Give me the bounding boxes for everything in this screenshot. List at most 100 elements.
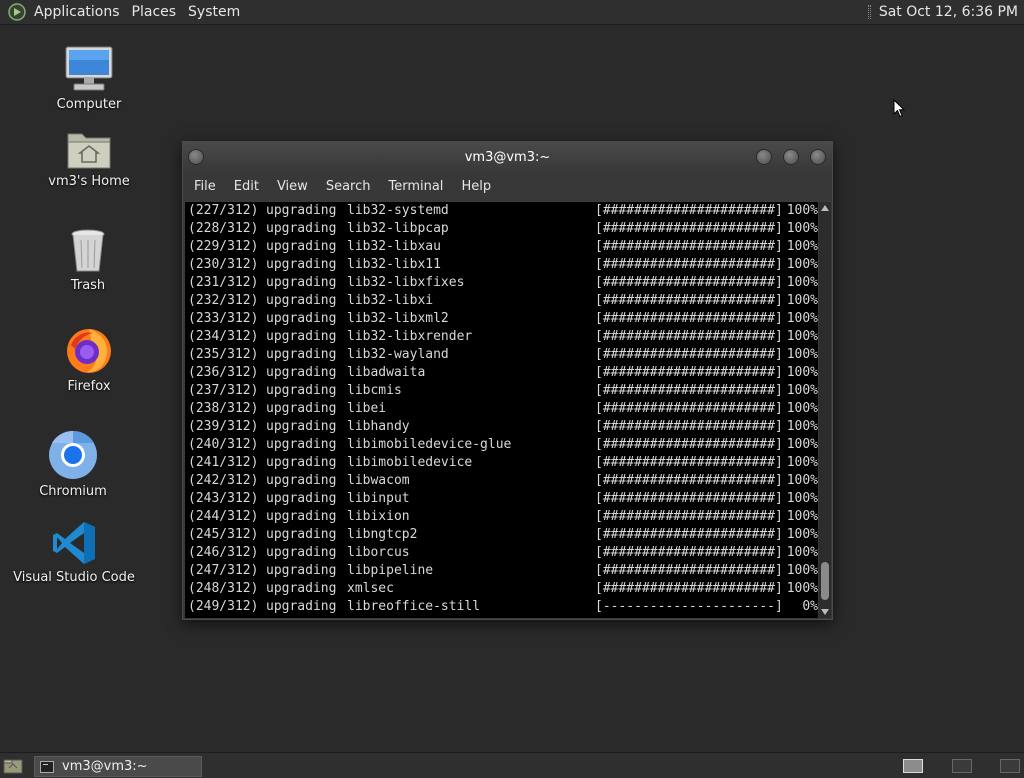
desktop-icon-label: Visual Studio Code — [13, 570, 135, 585]
menu-search[interactable]: Search — [317, 179, 380, 194]
terminal-line-idx: (235/312) — [188, 347, 259, 362]
scroll-up-icon[interactable] — [821, 205, 829, 211]
terminal-line-action: upgrading — [266, 545, 337, 560]
title-bar[interactable]: vm3@vm3:~ — [183, 142, 832, 172]
clock[interactable]: Sat Oct 12, 6:36 PM — [879, 4, 1018, 20]
terminal-line-idx: (227/312) — [188, 203, 259, 218]
terminal-line-action: upgrading — [266, 437, 337, 452]
menu-help[interactable]: Help — [452, 179, 500, 194]
terminal-line-bar: [######################] — [595, 203, 783, 218]
desktop-icon-home[interactable]: vm3's Home — [44, 128, 134, 189]
desktop-icon-firefox[interactable]: Firefox — [54, 325, 124, 394]
terminal-line-pkg: libimobiledevice — [347, 455, 473, 470]
terminal-line-pct: 100% — [786, 239, 818, 254]
panel-handle[interactable] — [867, 5, 871, 19]
close-button[interactable] — [810, 149, 826, 165]
terminal-line-action: upgrading — [266, 473, 337, 488]
terminal-scrollbar[interactable] — [819, 202, 831, 618]
terminal-line-bar: [######################] — [595, 257, 783, 272]
terminal-line-pct: 100% — [786, 581, 818, 596]
terminal-line-pkg: libinput — [347, 491, 410, 506]
desktop-icon-trash[interactable]: Trash — [53, 228, 123, 293]
terminal-line-bar: [######################] — [595, 221, 783, 236]
terminal-line-pct: 100% — [786, 473, 818, 488]
desktop-icon-label: Chromium — [39, 484, 107, 499]
terminal-line-idx: (233/312) — [188, 311, 259, 326]
minimize-button[interactable] — [756, 149, 772, 165]
terminal-line-action: upgrading — [266, 221, 337, 236]
terminal-line-pkg: libixion — [347, 509, 410, 524]
maximize-button[interactable] — [783, 149, 799, 165]
terminal-line-action: upgrading — [266, 311, 337, 326]
terminal-line: (245/312) upgrading libngtcp2 [############… — [185, 526, 818, 544]
terminal-line-bar: [######################] — [595, 383, 783, 398]
terminal-line-action: upgrading — [266, 491, 337, 506]
terminal-line-action: upgrading — [266, 365, 337, 380]
terminal-line-idx: (239/312) — [188, 419, 259, 434]
desktop-icon-computer[interactable]: Computer — [54, 45, 124, 112]
menu-file[interactable]: File — [185, 179, 225, 194]
terminal-line-pkg: lib32-libxrender — [347, 329, 473, 344]
menu-applications[interactable]: Applications — [30, 4, 128, 20]
terminal-window[interactable]: vm3@vm3:~ File Edit View Search Terminal… — [182, 141, 833, 620]
terminal-line: (236/312) upgrading libadwaita [###########… — [185, 364, 818, 382]
terminal-line-bar: [######################] — [595, 473, 783, 488]
terminal-line: (227/312) upgrading lib32-systemd [########… — [185, 202, 818, 220]
terminal-line-idx: (245/312) — [188, 527, 259, 542]
terminal-line: (234/312) upgrading lib32-libxrender [#####… — [185, 328, 818, 346]
terminal-line-pct: 100% — [786, 203, 818, 218]
terminal-line-bar: [######################] — [595, 419, 783, 434]
menu-terminal[interactable]: Terminal — [379, 179, 452, 194]
workspace-3[interactable] — [1000, 759, 1020, 773]
terminal-line-action: upgrading — [266, 329, 337, 344]
desktop-icon-label: Computer — [56, 97, 122, 112]
workspace-1[interactable] — [903, 759, 923, 773]
terminal-line-bar: [######################] — [595, 455, 783, 470]
terminal-line: (228/312) upgrading lib32-libpcap [########… — [185, 220, 818, 238]
terminal-line-bar: [######################] — [595, 311, 783, 326]
terminal-line-idx: (236/312) — [188, 365, 259, 380]
workspace-2[interactable] — [952, 759, 972, 773]
terminal-icon — [40, 760, 54, 773]
terminal-line-bar: [######################] — [595, 239, 783, 254]
terminal-line-bar: [######################] — [595, 563, 783, 578]
terminal-line-idx: (249/312) — [188, 599, 259, 614]
terminal-line-pkg: lib32-wayland — [347, 347, 449, 362]
terminal-line-pct: 100% — [786, 527, 818, 542]
scrollbar-thumb[interactable] — [821, 562, 829, 600]
terminal-line-bar: [######################] — [595, 329, 783, 344]
terminal-line-bar: [######################] — [595, 401, 783, 416]
terminal-line: (232/312) upgrading lib32-libxi [##########… — [185, 292, 818, 310]
terminal-line-bar: [######################] — [595, 491, 783, 506]
taskbar-window-button[interactable]: vm3@vm3:~ — [34, 756, 202, 777]
terminal-line-pct: 100% — [786, 455, 818, 470]
menu-system[interactable]: System — [184, 4, 248, 20]
terminal-line-idx: (229/312) — [188, 239, 259, 254]
bottom-panel: vm3@vm3:~ — [0, 752, 1024, 778]
show-desktop-icon[interactable] — [3, 758, 23, 774]
terminal-line-idx: (230/312) — [188, 257, 259, 272]
terminal-line: (249/312) upgrading libreoffice-still [----… — [185, 598, 818, 616]
distro-logo-icon[interactable] — [8, 3, 26, 21]
terminal-line: (241/312) upgrading libimobiledevice [#####… — [185, 454, 818, 472]
desktop-icon-label: Trash — [70, 278, 106, 293]
scroll-down-icon[interactable] — [821, 609, 829, 615]
terminal-line: (238/312) upgrading libei [################… — [185, 400, 818, 418]
desktop-icon-vscode[interactable]: Visual Studio Code — [12, 520, 136, 585]
terminal-line-action: upgrading — [266, 599, 337, 614]
terminal-line-idx: (237/312) — [188, 383, 259, 398]
desktop-icon-chromium[interactable]: Chromium — [38, 430, 108, 499]
trash-icon — [71, 229, 105, 272]
menu-view[interactable]: View — [268, 179, 317, 194]
terminal-line-pct: 100% — [786, 437, 818, 452]
window-menu-button[interactable] — [188, 149, 204, 165]
terminal-line-pkg: xmlsec — [347, 581, 394, 596]
chromium-icon — [49, 430, 97, 479]
terminal-line-pkg: libei — [347, 401, 387, 416]
terminal-output[interactable]: (227/312) upgrading lib32-systemd [########… — [185, 202, 818, 618]
menu-places[interactable]: Places — [128, 4, 185, 20]
menu-edit[interactable]: Edit — [225, 179, 268, 194]
terminal-line-action: upgrading — [266, 455, 337, 470]
terminal-line-idx: (240/312) — [188, 437, 259, 452]
terminal-line-idx: (243/312) — [188, 491, 259, 506]
